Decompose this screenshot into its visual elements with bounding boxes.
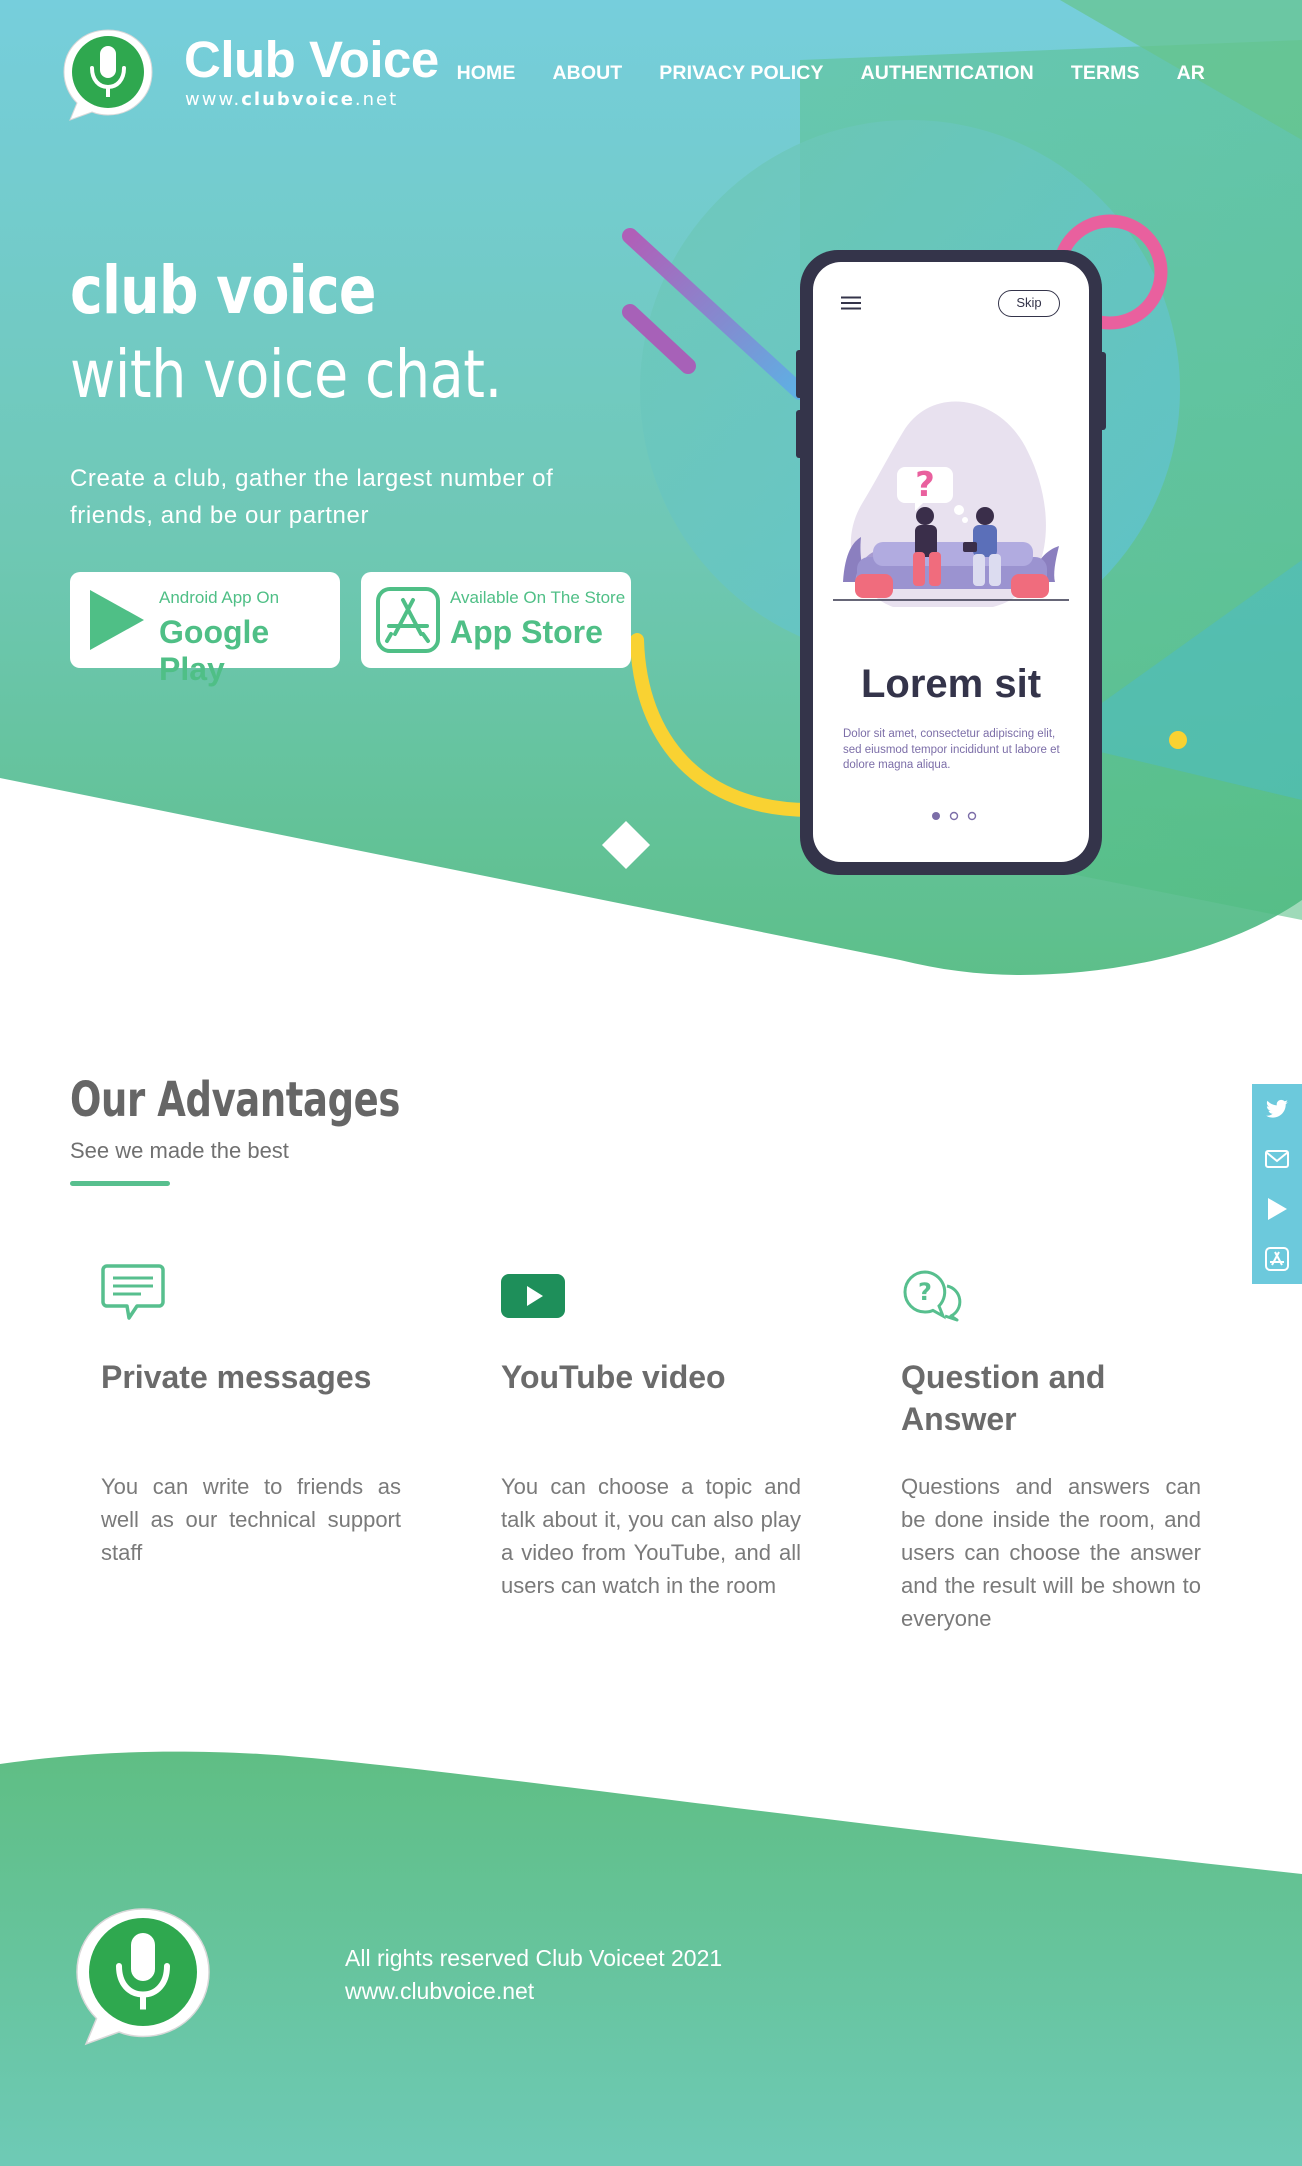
brand-url-suffix: .net [354,89,399,110]
brand-url: www.clubvoice.net [185,89,398,110]
nav-home[interactable]: HOME [457,62,516,85]
nav-terms[interactable]: TERMS [1071,62,1140,85]
hamburger-menu-icon [841,296,861,310]
phone-text: Dolor sit amet, consectetur adipiscing e… [843,728,1060,771]
hero-description: Create a club, gather the largest number… [70,465,554,529]
phone-screen: Skip ? Lorem sit Dolor sit amet, consect… [813,262,1089,862]
hero-section: Club Voice www.clubvoice.net HOME ABOUT … [0,0,1302,980]
phone-title: Lorem sit [860,662,1042,706]
google-play-button[interactable]: Android App On Google Play [70,572,340,687]
hero-subtitle: with voice chat. [70,336,502,413]
copyright-text: All rights reserved Club Voiceet 2021 [345,1945,723,1971]
title-underline [70,1181,170,1186]
phone-skip-button: Skip [998,290,1060,317]
app-store-caption: Available On The Store [450,588,626,607]
brand-url-domain: clubvoice [241,89,355,110]
app-store-icon[interactable] [1264,1246,1290,1272]
footer-text: All rights reserved Club Voiceet 2021 ww… [345,1942,722,2008]
pagination-dots [932,811,977,821]
nav-language-ar[interactable]: AR [1177,62,1205,85]
feature-title: Question and Answer [901,1359,1106,1437]
question-chat-icon: ? [903,1270,962,1322]
app-store-icon [376,587,440,653]
social-sidebar [1252,1084,1302,1284]
microphone-logo-icon [76,1908,210,2046]
main-nav: HOME ABOUT PRIVACY POLICY AUTHENTICATION… [420,62,1205,85]
feature-description: Questions and answers can be done inside… [901,1474,1201,1631]
nav-about[interactable]: ABOUT [552,62,622,85]
advantages-subtitle: See we made the best [70,1138,289,1163]
advantages-title: Our Advantages [70,1072,400,1128]
brand-name[interactable]: Club Voice [184,30,439,89]
feature-description: You can choose a topic and talk about it… [501,1474,801,1598]
feature-title: YouTube video [501,1359,726,1395]
phone-mockup: Skip ? Lorem sit Dolor sit amet, consect… [800,250,1102,875]
google-play-label: Google Play [159,614,270,687]
message-icon [101,1264,165,1320]
nav-authentication[interactable]: AUTHENTICATION [861,62,1034,85]
mail-icon[interactable] [1264,1146,1290,1172]
app-store-label: App Store [450,614,603,650]
feature-description: You can write to friends as well as our … [101,1474,401,1565]
twitter-icon[interactable] [1264,1096,1290,1122]
friends-sofa-illustration: ? [833,401,1069,607]
app-store-button[interactable]: Available On The Store App Store [361,572,631,668]
header-bar: Club Voice www.clubvoice.net HOME ABOUT … [0,0,1302,140]
play-icon[interactable] [1264,1196,1290,1222]
hero-title: club voice [70,252,376,329]
play-icon [90,590,144,650]
svg-text:?: ? [918,1278,932,1306]
svg-text:?: ? [915,465,935,505]
nav-privacy-policy[interactable]: PRIVACY POLICY [659,62,823,85]
footer-url[interactable]: www.clubvoice.net [345,1975,722,2008]
feature-title: Private messages [101,1359,372,1395]
youtube-icon [501,1274,565,1318]
google-play-caption: Android App On [159,588,280,607]
microphone-logo-icon[interactable] [58,24,158,124]
brand-url-prefix: www. [185,89,242,110]
